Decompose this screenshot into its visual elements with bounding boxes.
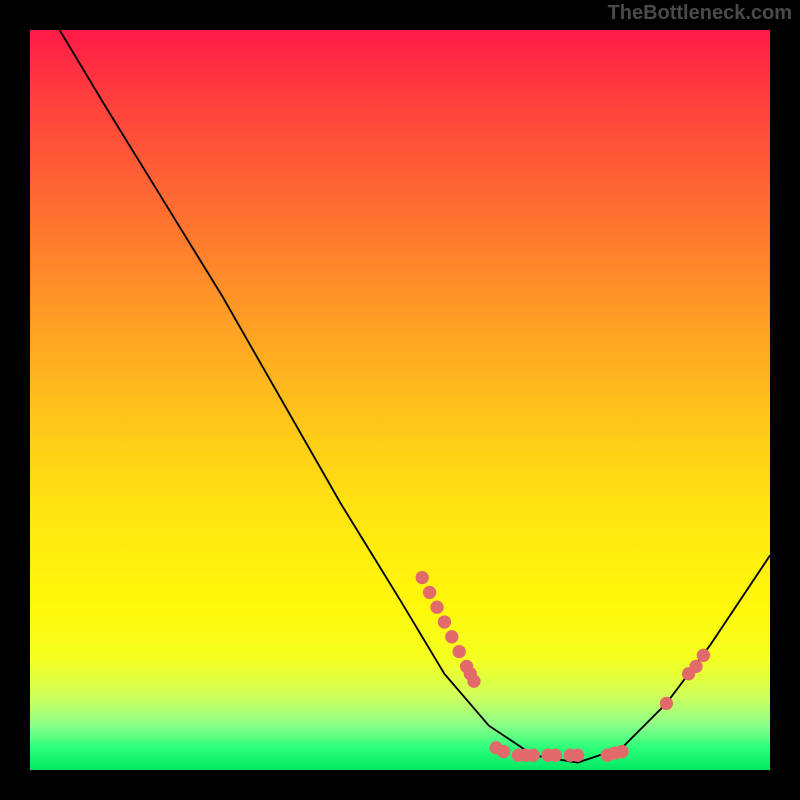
data-point xyxy=(445,630,458,643)
data-point xyxy=(697,649,710,662)
data-point xyxy=(549,749,562,762)
chart-wrapper: TheBottleneck.com xyxy=(0,0,800,800)
data-point xyxy=(615,745,628,758)
data-point xyxy=(438,615,451,628)
data-point xyxy=(453,645,466,658)
data-point xyxy=(689,660,702,673)
bottleneck-curve xyxy=(60,30,770,763)
data-point xyxy=(527,749,540,762)
data-point xyxy=(423,586,436,599)
data-point xyxy=(497,745,510,758)
chart-overlay xyxy=(30,30,770,770)
data-point xyxy=(660,697,673,710)
data-point xyxy=(571,749,584,762)
data-point xyxy=(467,675,480,688)
data-points xyxy=(416,571,711,762)
attribution-label: TheBottleneck.com xyxy=(608,2,792,25)
data-point xyxy=(430,601,443,614)
data-point xyxy=(416,571,429,584)
